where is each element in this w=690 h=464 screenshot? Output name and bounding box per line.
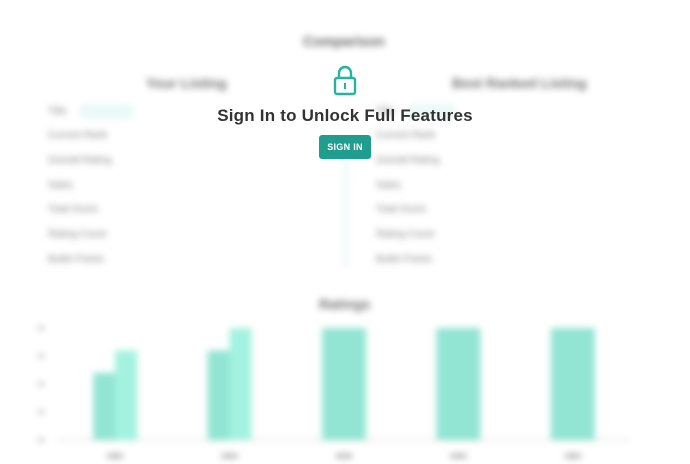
chart-bar [229,328,252,440]
sign-in-button[interactable]: SIGN IN [319,135,371,159]
left-row-rating-count: Rating Count [48,229,107,240]
chart-bar [436,328,481,440]
section-title: Comparison [303,33,385,49]
chart-bar [93,372,116,440]
unlock-title: Sign In to Unlock Full Features [217,106,473,125]
lock-icon [333,65,357,96]
x-tick-label [107,454,124,458]
ratings-bar-chart [38,326,630,458]
y-tick [38,410,44,414]
x-tick-label [336,454,352,458]
x-tick-label [564,454,581,458]
right-row-score: Total Score [376,204,427,215]
x-tick-label [450,454,467,458]
chart-bar [115,350,138,440]
chart-bar [550,328,595,440]
left-row-score: Total Score [48,204,99,215]
y-tick [38,438,44,442]
left-row-overall: Overall Rating [48,155,112,166]
y-tick [38,354,44,358]
lock-icon-wrap [0,64,690,101]
chart-bar [207,350,230,440]
right-row-sales: Sales [376,180,402,191]
left-row-sales: Sales [48,180,74,191]
left-row-bullets: Bullet Points [48,254,104,265]
right-row-rank: Current Rank [376,130,436,141]
x-tick-label [221,454,238,458]
y-tick [38,382,44,386]
right-row-overall: Overall Rating [376,155,440,166]
chart-title: Ratings [319,296,371,312]
chart-bar [322,328,366,440]
right-row-bullets: Bullet Points [376,254,432,265]
column-divider [344,150,348,268]
y-tick [38,326,44,330]
right-row-rating-count: Rating Count [376,229,435,240]
left-row-rank: Current Rank [48,130,108,141]
